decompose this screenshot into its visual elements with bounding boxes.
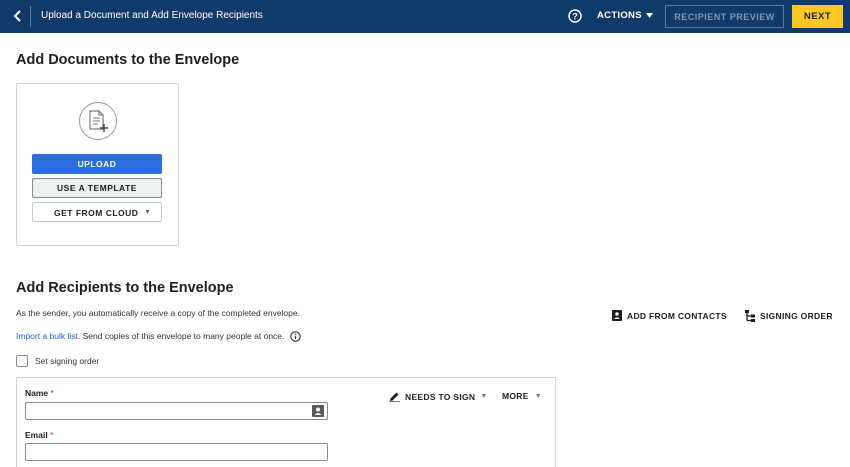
svg-text:?: ? [572, 12, 578, 22]
next-button[interactable]: NEXT [792, 5, 843, 28]
recipients-heading: Add Recipients to the Envelope [16, 280, 234, 296]
name-field-label: Name * [25, 388, 54, 398]
recipient-email-input[interactable] [25, 443, 328, 461]
caret-down-icon: ▼ [144, 209, 152, 216]
more-options-dropdown[interactable]: MORE ▼ [502, 391, 542, 401]
add-from-contacts-button[interactable]: ADD FROM CONTACTS [612, 310, 727, 321]
required-mark: * [50, 388, 54, 398]
use-template-button[interactable]: USE A TEMPLATE [32, 178, 162, 198]
contact-card-icon[interactable] [312, 405, 324, 417]
contact-card-icon [612, 310, 622, 321]
required-mark: * [50, 430, 54, 440]
signing-order-label: SIGNING ORDER [760, 311, 833, 321]
add-from-contacts-label: ADD FROM CONTACTS [627, 310, 727, 321]
import-bulk-list-link[interactable]: Import a bulk list. [16, 331, 80, 341]
signing-order-icon [745, 310, 755, 322]
actions-label: ACTIONS [597, 10, 642, 21]
page-title: Upload a Document and Add Envelope Recip… [41, 10, 263, 21]
actions-menu-button[interactable]: ACTIONS [597, 10, 653, 21]
topbar-divider [30, 6, 31, 27]
add-document-icon [79, 102, 117, 140]
chevron-left-icon [13, 10, 21, 22]
upload-button[interactable]: UPLOAD [32, 154, 162, 174]
pen-icon [389, 392, 400, 402]
get-from-cloud-label: GET FROM CLOUD [54, 208, 139, 218]
role-label: NEEDS TO SIGN [405, 391, 476, 402]
caret-down-icon: ▼ [534, 392, 542, 400]
set-signing-order-checkbox[interactable] [16, 355, 28, 367]
recipient-preview-button[interactable]: RECIPIENT PREVIEW [665, 5, 784, 28]
set-signing-order-label: Set signing order [35, 356, 100, 366]
recipient-card: Name * Email * NEEDS TO SIGN ▼ MORE ▼ [16, 377, 556, 467]
documents-heading: Add Documents to the Envelope [16, 52, 240, 68]
recipient-name-input[interactable] [25, 402, 328, 420]
upload-dropzone[interactable]: UPLOAD USE A TEMPLATE GET FROM CLOUD ▼ [16, 83, 179, 246]
signing-order-button[interactable]: SIGNING ORDER [745, 310, 833, 322]
email-field-label: Email * [25, 430, 54, 440]
caret-down-icon [645, 13, 653, 18]
more-label: MORE [502, 391, 529, 401]
bulk-list-line: Import a bulk list. Send copies of this … [16, 331, 301, 342]
bulk-note: Send copies of this envelope to many peo… [80, 331, 285, 341]
caret-down-icon: ▼ [480, 393, 488, 400]
back-button[interactable] [8, 6, 26, 26]
help-icon: ? [568, 9, 582, 23]
recipient-role-dropdown[interactable]: NEEDS TO SIGN ▼ [389, 391, 488, 402]
get-from-cloud-dropdown[interactable]: GET FROM CLOUD ▼ [32, 202, 162, 222]
info-icon[interactable] [290, 331, 301, 342]
help-button[interactable]: ? [568, 9, 582, 23]
sender-note: As the sender, you automatically receive… [16, 308, 300, 318]
top-bar: Upload a Document and Add Envelope Recip… [0, 0, 850, 33]
